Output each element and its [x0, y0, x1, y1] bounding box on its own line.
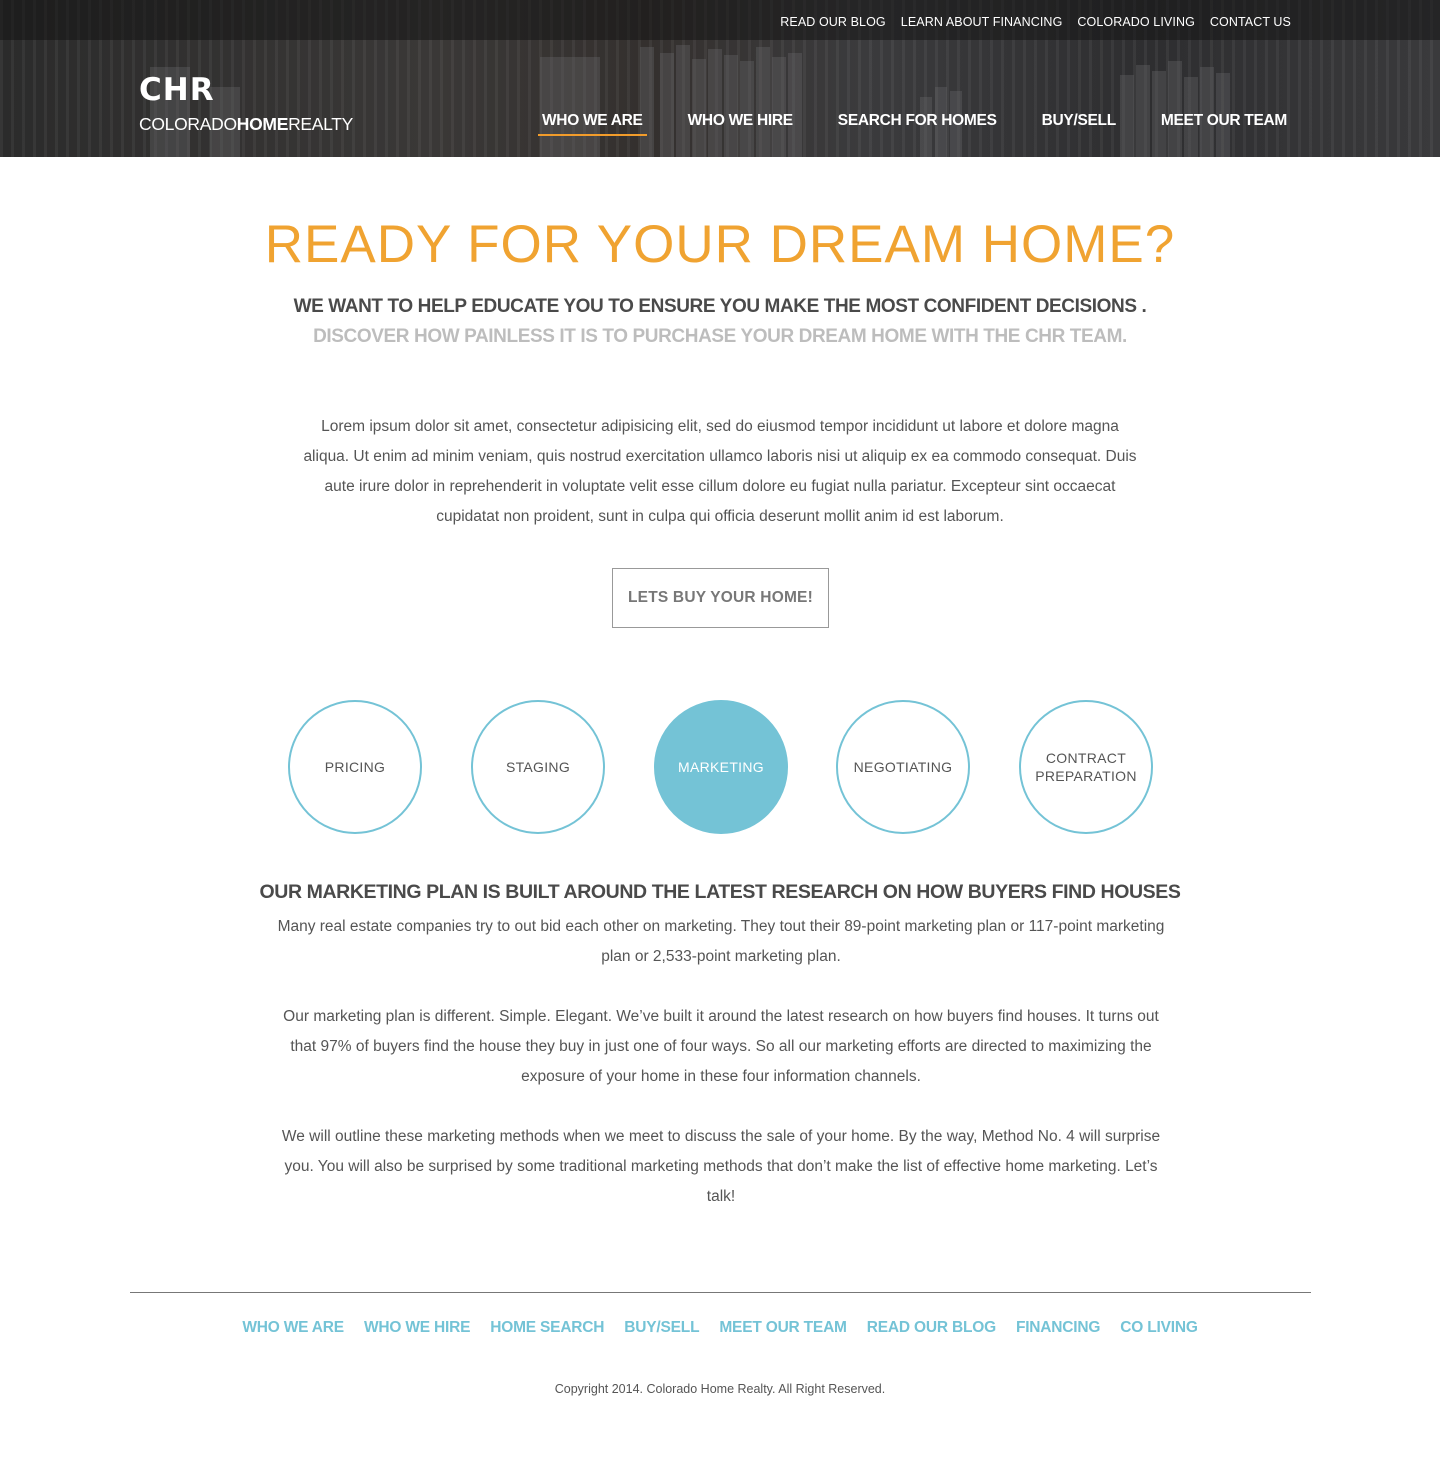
bookshelf-spine [740, 61, 754, 157]
utility-link-blog[interactable]: READ OUR BLOG [780, 15, 886, 29]
bookshelf-spine [1136, 65, 1150, 157]
footer-item: CO LIVING [1120, 1319, 1198, 1337]
footer-link-buy-sell[interactable]: BUY/SELL [624, 1319, 699, 1336]
step-label: CONTRACT PREPARATION [1035, 750, 1137, 784]
marketing-section-title: OUR MARKETING PLAN IS BUILT AROUND THE L… [259, 881, 1181, 903]
bookshelf-spine [788, 53, 802, 157]
marketing-paragraph-3: We will outline these marketing methods … [281, 1128, 1161, 1205]
logo-word-realty: REALTY [288, 114, 354, 134]
footer-link-read-our-blog[interactable]: READ OUR BLOG [867, 1319, 996, 1336]
nav-link-who-we-hire[interactable]: WHO WE HIRE [684, 112, 797, 134]
bookshelf-spine [660, 53, 674, 157]
footer-link-financing[interactable]: FINANCING [1016, 1319, 1101, 1336]
footer-link-co-living[interactable]: CO LIVING [1120, 1319, 1198, 1336]
bookshelf-spine [772, 57, 786, 157]
footer-item: HOME SEARCH [490, 1319, 604, 1337]
footer-item: FINANCING [1016, 1319, 1101, 1337]
nav-item-search-for-homes: SEARCH FOR HOMES [834, 112, 1001, 136]
utility-link-financing[interactable]: LEARN ABOUT FINANCING [901, 15, 1063, 29]
footer-item: WHO WE ARE [242, 1319, 344, 1337]
bookshelf-spine [540, 57, 600, 157]
nav-link-search-for-homes[interactable]: SEARCH FOR HOMES [834, 112, 1001, 134]
bookshelf-spine [708, 49, 722, 157]
footer-link-home-search[interactable]: HOME SEARCH [490, 1319, 604, 1336]
step-label: PRICING [324, 759, 386, 775]
hero-subhead-secondary: DISCOVER HOW PAINLESS IT IS TO PURCHASE … [313, 326, 1127, 347]
nav-item-meet-our-team: MEET OUR TEAM [1157, 112, 1291, 136]
marketing-paragraph-2: Our marketing plan is different. Simple.… [283, 1008, 1159, 1085]
utility-link-colorado-living[interactable]: COLORADO LIVING [1077, 15, 1195, 29]
lets-buy-your-home-button[interactable]: LETS BUY YOUR HOME! [612, 568, 829, 628]
step-negotiating[interactable]: NEGOTIATING [836, 700, 970, 834]
step-label: MARKETING [678, 759, 764, 775]
bookshelf-spine [1168, 61, 1182, 157]
hero-intro-text: Lorem ipsum dolor sit amet, consectetur … [303, 418, 1137, 525]
footer-item: WHO WE HIRE [364, 1319, 470, 1337]
step-staging[interactable]: STAGING [471, 700, 605, 834]
utility-item-colorado-living: COLORADO LIVING [1077, 13, 1195, 31]
copyright-text: Copyright 2014. Colorado Home Realty. Al… [554, 1382, 886, 1396]
utility-bar: READ OUR BLOG LEARN ABOUT FINANCING COLO… [0, 0, 1440, 40]
logo-word-home: HOME [236, 114, 289, 134]
utility-nav: READ OUR BLOG LEARN ABOUT FINANCING COLO… [780, 13, 1291, 31]
hero-subhead-primary: WE WANT TO HELP EDUCATE YOU TO ENSURE YO… [293, 296, 1147, 317]
nav-item-who-we-hire: WHO WE HIRE [684, 112, 797, 136]
utility-item-financing: LEARN ABOUT FINANCING [901, 13, 1063, 31]
bookshelf-spine [756, 47, 770, 157]
nav-link-buy-sell[interactable]: BUY/SELL [1038, 112, 1120, 134]
nav-item-buy-sell: BUY/SELL [1038, 112, 1120, 136]
footer-item: MEET OUR TEAM [719, 1319, 847, 1337]
bookshelf-spine [640, 47, 654, 157]
bookshelf-spine [676, 45, 690, 157]
footer-link-who-we-are[interactable]: WHO WE ARE [242, 1319, 344, 1336]
process-steps: PRICING STAGING MARKETING NEGOTIATING CO… [0, 700, 1440, 834]
nav-item-who-we-are: WHO WE ARE [537, 112, 647, 136]
footer-link-meet-our-team[interactable]: MEET OUR TEAM [719, 1319, 847, 1336]
bookshelf-spine [724, 55, 738, 157]
logo-wordmark: COLORADOHOMEREALTY [139, 114, 353, 134]
bookshelf-spine [692, 59, 706, 157]
nav-link-meet-our-team[interactable]: MEET OUR TEAM [1157, 112, 1291, 134]
footer-item: READ OUR BLOG [867, 1319, 996, 1337]
step-marketing[interactable]: MARKETING [654, 700, 788, 834]
footer-item: BUY/SELL [624, 1319, 699, 1337]
utility-item-contact: CONTACT US [1210, 13, 1291, 31]
main-nav: WHO WE ARE WHO WE HIRE SEARCH FOR HOMES … [537, 112, 1291, 136]
logo-mark: CHR [139, 72, 215, 108]
marketing-paragraph-1: Many real estate companies try to out bi… [277, 918, 1165, 965]
step-contract-preparation[interactable]: CONTRACT PREPARATION [1019, 700, 1153, 834]
step-label: NEGOTIATING [853, 759, 953, 775]
step-label: STAGING [505, 759, 571, 775]
utility-link-contact[interactable]: CONTACT US [1210, 15, 1291, 29]
site-logo[interactable]: CHR COLORADOHOMEREALTY [139, 74, 353, 134]
utility-item-blog: READ OUR BLOG [780, 13, 886, 31]
step-pricing[interactable]: PRICING [288, 700, 422, 834]
logo-word-colorado: COLORADO [139, 114, 237, 134]
nav-link-who-we-are[interactable]: WHO WE ARE [537, 112, 647, 136]
site-header: READ OUR BLOG LEARN ABOUT FINANCING COLO… [0, 0, 1440, 157]
hero-title: READY FOR YOUR DREAM HOME? [264, 215, 1176, 274]
footer-nav: WHO WE ARE WHO WE HIRE HOME SEARCH BUY/S… [0, 1319, 1440, 1337]
footer-link-who-we-hire[interactable]: WHO WE HIRE [364, 1319, 470, 1336]
footer-divider [130, 1292, 1311, 1293]
